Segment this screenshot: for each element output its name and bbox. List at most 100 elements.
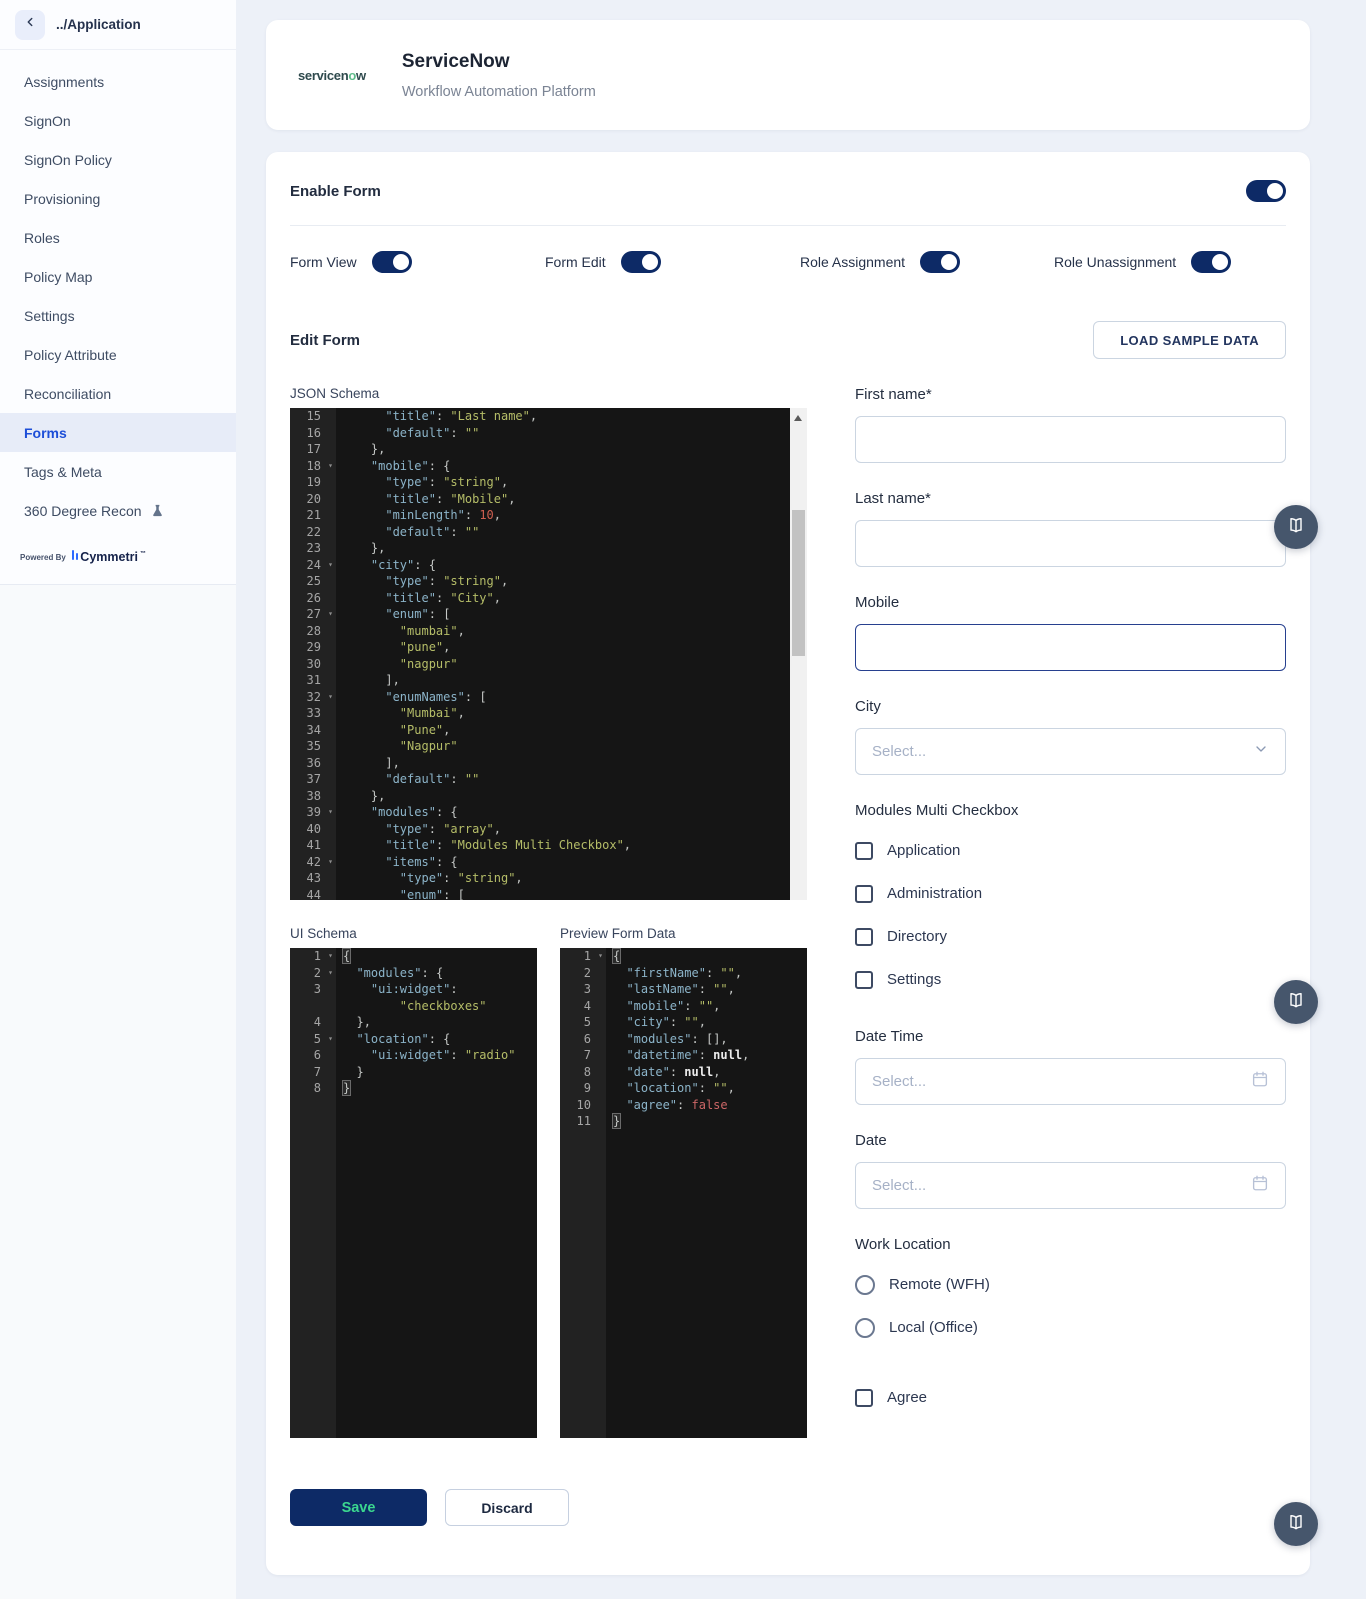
back-button[interactable]: [15, 10, 45, 40]
calendar-icon: [1251, 1174, 1269, 1197]
open-book-icon: [1286, 1512, 1306, 1537]
code-text: "mumbai",: [336, 623, 807, 640]
code-text: },: [336, 1014, 537, 1031]
sidebar-item-forms[interactable]: Forms: [0, 413, 236, 452]
fold-arrow-icon[interactable]: ▾: [328, 804, 333, 821]
code-line: 5▾ "location": {: [290, 1031, 537, 1048]
mobile-input[interactable]: [855, 624, 1286, 671]
preview-form-data-editor[interactable]: 1▾{2 "firstName": "",3 "lastName": "",4 …: [560, 948, 807, 1438]
ui-schema-editor[interactable]: 1▾{2▾ "modules": {3 "ui:widget": "checkb…: [290, 948, 537, 1438]
code-line: 1▾{: [560, 948, 807, 965]
code-line: 4 "mobile": "",: [560, 998, 807, 1015]
code-line: 42▾ "items": {: [290, 854, 807, 871]
enable-form-row: Enable Form: [290, 176, 1286, 206]
sidebar-item-360-degree-recon[interactable]: 360 Degree Recon: [0, 491, 236, 530]
fold-arrow-icon[interactable]: ▾: [328, 1031, 333, 1048]
code-text: "enum": [: [336, 606, 807, 623]
first-name-input[interactable]: [855, 416, 1286, 463]
date-picker[interactable]: Select...: [855, 1162, 1286, 1209]
code-line: 19 "type": "string",: [290, 474, 807, 491]
left-column: ../Application AssignmentsSignOn SignOn P…: [0, 0, 236, 1599]
line-number: 8: [290, 1080, 336, 1097]
line-number: 42▾: [290, 854, 336, 871]
role-assignment-toggle[interactable]: [920, 251, 960, 273]
sidebar-item-tags-meta[interactable]: Tags & Meta: [0, 452, 236, 491]
main-area: servicenow ServiceNow Workflow Automatio…: [236, 0, 1366, 1575]
floating-help-button[interactable]: [1274, 980, 1318, 1024]
fold-arrow-icon[interactable]: ▾: [328, 965, 333, 982]
checkbox-icon[interactable]: [855, 971, 873, 989]
field-label: City: [855, 698, 1286, 715]
date-time-picker[interactable]: Select...: [855, 1058, 1286, 1105]
line-number: 4: [290, 1014, 336, 1031]
toggle-group-form-view: Form View: [290, 251, 545, 273]
code-text: "type": "string",: [336, 474, 807, 491]
line-number: 5▾: [290, 1031, 336, 1048]
floating-help-button[interactable]: [1274, 505, 1318, 549]
sidebar-item-reconciliation[interactable]: Reconciliation: [0, 374, 236, 413]
code-line: 1▾{: [290, 948, 537, 965]
json-schema-editor[interactable]: 15 "title": "Last name",16 "default": ""…: [290, 408, 807, 900]
edit-form-row: Edit Form LOAD SAMPLE DATA: [290, 321, 1286, 359]
checkbox-settings[interactable]: Settings: [855, 958, 1286, 1001]
checkbox-administration[interactable]: Administration: [855, 872, 1286, 915]
sidebar-item-provisioning[interactable]: Provisioning: [0, 179, 236, 218]
enable-form-toggle[interactable]: [1246, 180, 1286, 202]
radio-remote-wfh[interactable]: Remote (WFH): [855, 1263, 1286, 1306]
checkbox-icon[interactable]: [855, 1389, 873, 1407]
form-toggles-row: Form ViewForm EditRole AssignmentRole Un…: [290, 251, 1286, 273]
fold-arrow-icon[interactable]: ▾: [328, 948, 333, 965]
checkbox-icon[interactable]: [855, 842, 873, 860]
sidebar-item-label: SignOn Policy: [24, 152, 112, 168]
form-preview-column: First name*Last name*MobileCitySelect...…: [855, 386, 1286, 1526]
toggle-group-role-unassignment: Role Unassignment: [1054, 251, 1286, 273]
sidebar-item-policy-attribute[interactable]: Policy Attribute: [0, 335, 236, 374]
form-edit-toggle[interactable]: [621, 251, 661, 273]
load-sample-data-button[interactable]: LOAD SAMPLE DATA: [1093, 321, 1286, 359]
fold-arrow-icon[interactable]: ▾: [328, 689, 333, 706]
floating-help-button[interactable]: [1274, 1502, 1318, 1546]
sidebar-item-signon-policy[interactable]: SignOn Policy: [0, 140, 236, 179]
sidebar-item-assignments[interactable]: Assignments: [0, 62, 236, 101]
radio-icon[interactable]: [855, 1275, 875, 1295]
code-line: 16 "default": "": [290, 425, 807, 442]
form-view-toggle[interactable]: [372, 251, 412, 273]
role-unassignment-toggle[interactable]: [1191, 251, 1231, 273]
code-text: },: [336, 540, 807, 557]
line-number: 19: [290, 474, 336, 491]
code-line: 37 "default": "": [290, 771, 807, 788]
code-text: "type": "array",: [336, 821, 807, 838]
sidebar-item-settings[interactable]: Settings: [0, 296, 236, 335]
checkbox-agree[interactable]: Agree: [855, 1376, 1286, 1419]
fold-arrow-icon[interactable]: ▾: [328, 606, 333, 623]
sidebar-item-policy-map[interactable]: Policy Map: [0, 257, 236, 296]
city-select[interactable]: Select...: [855, 728, 1286, 775]
code-line: 27▾ "enum": [: [290, 606, 807, 623]
code-line: 8 "date": null,: [560, 1064, 807, 1081]
fold-arrow-icon[interactable]: ▾: [328, 557, 333, 574]
last-name-input[interactable]: [855, 520, 1286, 567]
fold-arrow-icon[interactable]: ▾: [598, 948, 603, 965]
code-text: "title": "Modules Multi Checkbox",: [336, 837, 807, 854]
field-label: Last name*: [855, 490, 1286, 507]
fold-arrow-icon[interactable]: ▾: [328, 854, 333, 871]
radio-local-office[interactable]: Local (Office): [855, 1306, 1286, 1349]
save-button[interactable]: Save: [290, 1489, 427, 1526]
discard-button[interactable]: Discard: [445, 1489, 569, 1526]
fold-arrow-icon[interactable]: ▾: [328, 458, 333, 475]
sidebar-item-signon[interactable]: SignOn: [0, 101, 236, 140]
checkbox-icon[interactable]: [855, 885, 873, 903]
breadcrumb[interactable]: ../Application: [56, 17, 141, 32]
toggle-group-role-assignment: Role Assignment: [800, 251, 1054, 273]
checkbox-application[interactable]: Application: [855, 829, 1286, 872]
code-text: {: [606, 948, 807, 965]
line-number: 43: [290, 870, 336, 887]
code-text: "lastName": "",: [606, 981, 807, 998]
checkbox-icon[interactable]: [855, 928, 873, 946]
checkbox-directory[interactable]: Directory: [855, 915, 1286, 958]
field-last-name: Last name*: [855, 490, 1286, 567]
sidebar-item-roles[interactable]: Roles: [0, 218, 236, 257]
sidebar-item-label: Settings: [24, 308, 75, 324]
code-text: "city": {: [336, 557, 807, 574]
radio-icon[interactable]: [855, 1318, 875, 1338]
